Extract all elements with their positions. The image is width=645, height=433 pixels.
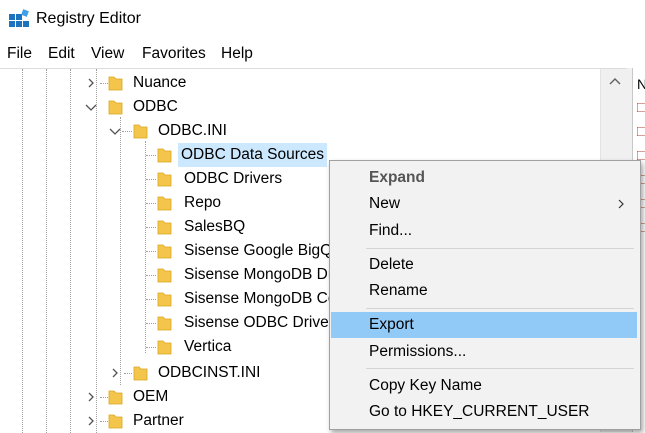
folder-icon	[108, 76, 123, 91]
menu-separator	[366, 368, 634, 369]
menu-help[interactable]: Help	[221, 45, 253, 63]
tree-label: Nuance	[133, 74, 187, 91]
folder-icon	[108, 390, 123, 405]
menu-item-permissions[interactable]: Permissions...	[331, 339, 637, 365]
folder-icon	[108, 414, 123, 429]
folder-icon	[157, 220, 172, 235]
context-menu: Expand New Find... Delete Rename Export …	[329, 160, 641, 430]
tree-label: ODBCINST.INI	[158, 364, 261, 381]
folder-open-icon	[133, 124, 148, 139]
tree-label-selected: ODBC Data Sources	[178, 143, 327, 167]
menu-item-expand[interactable]: Expand	[331, 165, 637, 191]
menu-favorites[interactable]: Favorites	[142, 45, 206, 63]
title-bar: Registry Editor	[0, 0, 645, 40]
menu-bar: File Edit View Favorites Help	[0, 40, 645, 69]
menu-separator	[366, 248, 634, 249]
tree-label: ODBC	[133, 98, 178, 115]
folder-icon	[157, 172, 172, 187]
chevron-down-icon[interactable]	[108, 124, 122, 138]
menu-view[interactable]: View	[91, 45, 124, 63]
values-column-header[interactable]: N	[637, 76, 645, 92]
chevron-right-icon[interactable]	[84, 414, 98, 428]
menu-item-find[interactable]: Find...	[331, 218, 637, 244]
menu-edit[interactable]: Edit	[48, 45, 75, 63]
string-value-icon	[637, 103, 645, 112]
folder-icon	[157, 196, 172, 211]
folder-icon	[133, 366, 148, 381]
tree-label: SalesBQ	[184, 218, 246, 235]
menu-separator	[366, 308, 634, 309]
tree-label: Partner	[133, 412, 184, 429]
scroll-up-icon[interactable]	[601, 69, 628, 93]
registry-editor-icon	[9, 9, 29, 27]
string-value-icon	[637, 151, 645, 160]
tree-label: Vertica	[184, 338, 232, 355]
folder-icon	[157, 244, 172, 259]
folder-icon	[157, 148, 172, 163]
chevron-right-icon[interactable]	[84, 76, 98, 90]
tree-node-odbc-ini[interactable]: ODBC.INI	[0, 119, 600, 143]
chevron-down-icon[interactable]	[84, 100, 98, 114]
tree-label: OEM	[133, 388, 169, 405]
window-title: Registry Editor	[36, 10, 141, 27]
string-value-icon	[637, 127, 645, 136]
menu-item-export[interactable]: Export	[331, 312, 637, 338]
tree-label: ODBC.INI	[158, 122, 227, 139]
menu-item-goto-hkcu[interactable]: Go to HKEY_CURRENT_USER	[331, 399, 637, 425]
chevron-right-icon[interactable]	[108, 366, 122, 380]
menu-item-copy-key-name[interactable]: Copy Key Name	[331, 373, 637, 399]
menu-file[interactable]: File	[7, 45, 32, 63]
tree-node-nuance[interactable]: Nuance	[0, 71, 600, 95]
folder-icon	[157, 292, 172, 307]
menu-item-new[interactable]: New	[331, 191, 637, 217]
folder-open-icon	[108, 100, 123, 115]
folder-icon	[157, 268, 172, 283]
folder-icon	[157, 340, 172, 355]
menu-item-rename[interactable]: Rename	[331, 278, 637, 304]
tree-label: ODBC Drivers	[184, 170, 283, 187]
folder-icon	[157, 316, 172, 331]
tree-label: Repo	[184, 194, 222, 211]
menu-item-delete[interactable]: Delete	[331, 252, 637, 278]
tree-node-odbc[interactable]: ODBC	[0, 95, 600, 119]
chevron-right-icon[interactable]	[84, 390, 98, 404]
tree-label: Sisense ODBC Driver	[184, 314, 334, 331]
